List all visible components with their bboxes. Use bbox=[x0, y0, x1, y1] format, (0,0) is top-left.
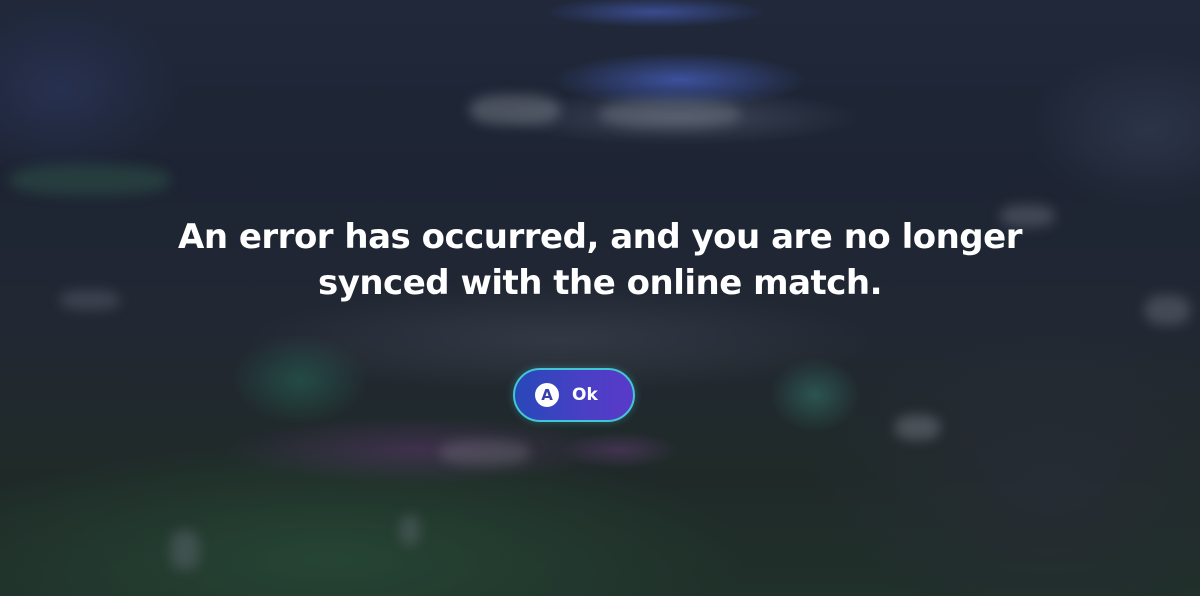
a-button-icon: A bbox=[535, 383, 559, 407]
ok-button[interactable]: A Ok bbox=[513, 368, 635, 422]
background-light bbox=[170, 530, 200, 570]
background-light bbox=[440, 440, 530, 465]
background-light bbox=[10, 165, 170, 195]
error-message: An error has occurred, and you are no lo… bbox=[0, 214, 1200, 306]
background-light bbox=[600, 100, 740, 128]
error-message-line-2: synced with the online match. bbox=[317, 263, 883, 303]
error-message-line-1: An error has occurred, and you are no lo… bbox=[178, 217, 1022, 257]
background-light bbox=[470, 95, 560, 125]
background-light bbox=[895, 415, 940, 440]
ok-button-label: Ok bbox=[572, 385, 598, 405]
error-screen: An error has occurred, and you are no lo… bbox=[0, 0, 1200, 596]
background-light bbox=[400, 515, 420, 545]
